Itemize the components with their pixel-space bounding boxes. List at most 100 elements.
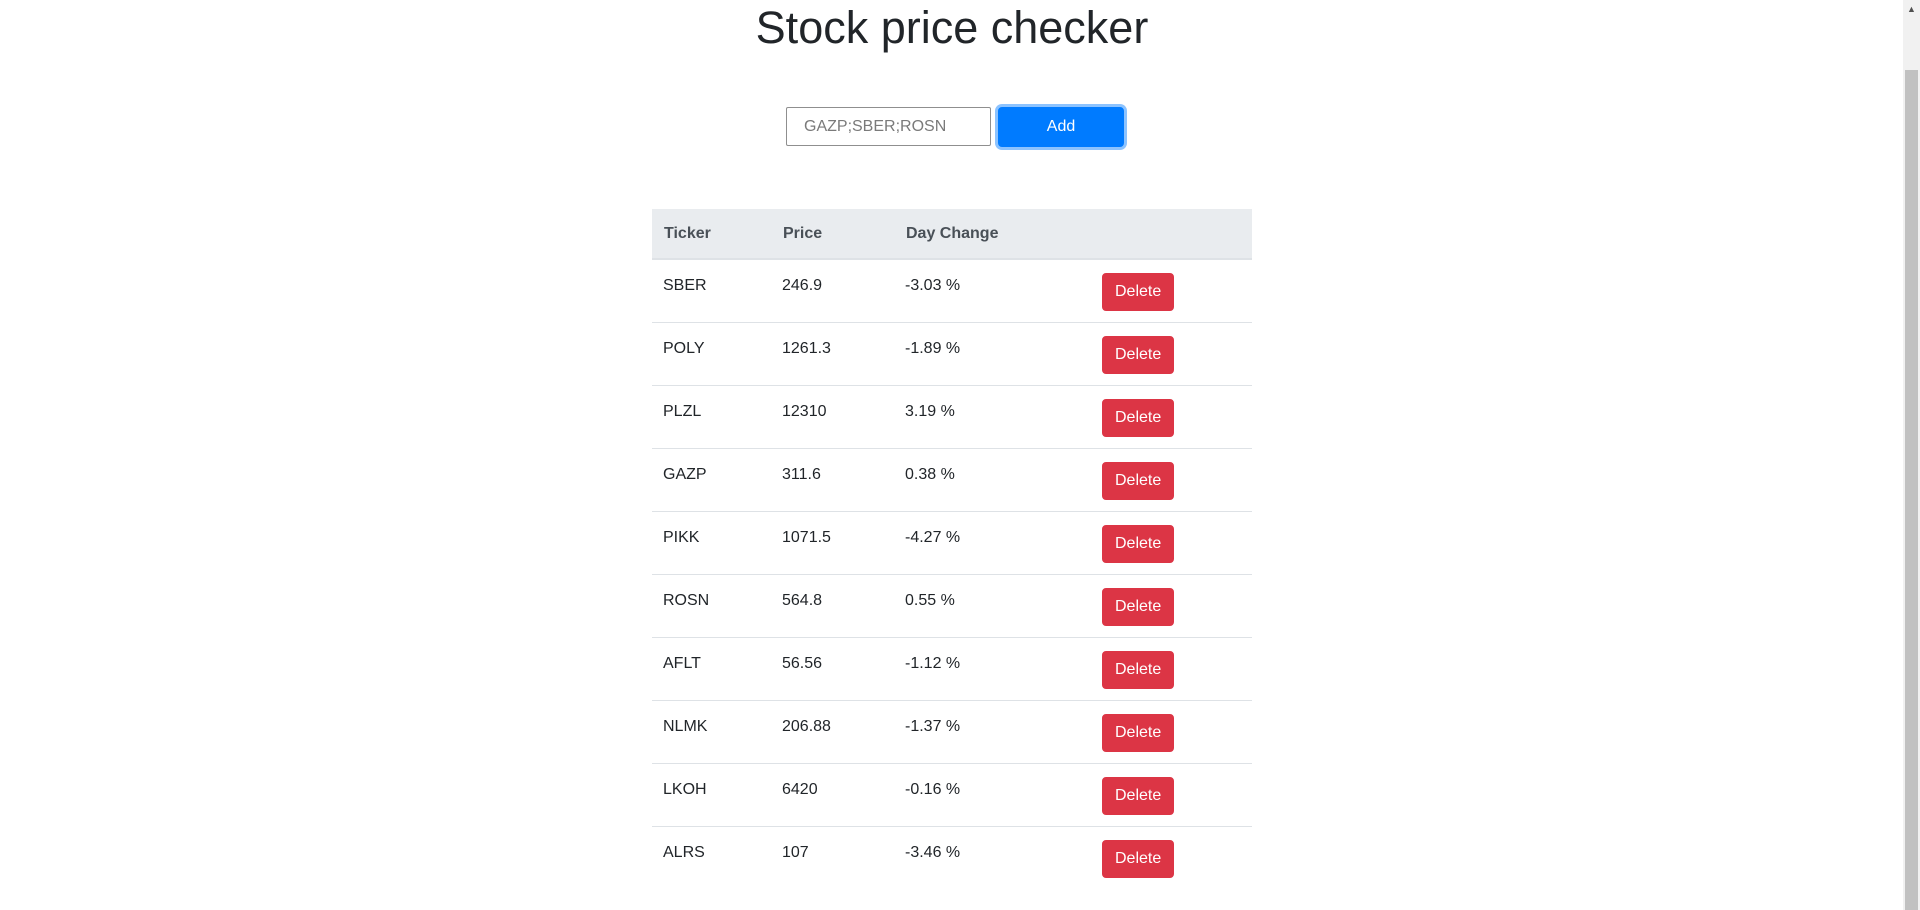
vertical-scrollbar[interactable]: ▲ — [1903, 0, 1920, 910]
day-change-cell: -1.37 % — [894, 699, 1091, 763]
day-change-cell-text: -3.46 % — [905, 843, 961, 861]
price-cell-text: 246.9 — [782, 277, 823, 294]
delete-button[interactable]: Delete — [1102, 776, 1175, 815]
ticker-cell-text: PLZL — [663, 402, 702, 420]
scrollbar-thumb[interactable] — [1905, 70, 1918, 910]
table-row: POLY 1261.3 -1.89 % Delete — [652, 321, 1252, 385]
price-cell: 1261.3 — [771, 321, 894, 385]
day-change-cell: -1.12 % — [894, 636, 1091, 700]
price-cell: 1071.5 — [771, 510, 894, 574]
ticker-cell: ALRS — [652, 825, 771, 889]
table-header-row: Ticker Price Day Change — [652, 209, 1252, 260]
ticker-cell: AFLT — [652, 636, 771, 700]
price-cell-text: 311.6 — [782, 465, 821, 483]
day-change-cell: 3.19 % — [894, 384, 1091, 448]
column-header-actions — [1091, 209, 1252, 260]
price-cell: 246.9 — [771, 259, 894, 322]
day-change-cell: -4.27 % — [894, 510, 1091, 574]
delete-button[interactable]: Delete — [1102, 524, 1175, 563]
ticker-cell: SBER — [652, 259, 771, 322]
action-cell: Delete — [1091, 825, 1252, 889]
ticker-cell-text: ROSN — [663, 591, 710, 609]
chevron-up-icon[interactable]: ▲ — [1903, 0, 1920, 17]
day-change-cell: -3.03 % — [894, 259, 1091, 322]
price-cell-text: 107 — [782, 843, 809, 861]
action-cell: Delete — [1091, 447, 1252, 511]
day-change-cell-text: 0.55 % — [905, 591, 955, 609]
delete-button[interactable]: Delete — [1102, 398, 1175, 437]
delete-button[interactable]: Delete — [1102, 839, 1175, 878]
price-cell-text: 206.88 — [782, 717, 831, 735]
table-row: SBER 246.9 -3.03 % Delete — [652, 259, 1252, 322]
day-change-cell-text: -0.16 % — [905, 780, 961, 798]
day-change-cell: -3.46 % — [894, 825, 1091, 889]
price-cell: 107 — [771, 825, 894, 889]
ticker-cell-text: PIKK — [663, 528, 700, 546]
day-change-cell: -0.16 % — [894, 762, 1091, 826]
ticker-cell-text: GAZP — [663, 465, 707, 483]
delete-button[interactable]: Delete — [1102, 335, 1175, 374]
table-row: ROSN 564.8 0.55 % Delete — [652, 573, 1252, 637]
action-cell: Delete — [1091, 573, 1252, 637]
delete-button[interactable]: Delete — [1102, 273, 1175, 311]
delete-button[interactable]: Delete — [1102, 587, 1175, 626]
price-cell-text: 12310 — [782, 402, 827, 420]
ticker-input[interactable] — [786, 107, 991, 146]
price-cell: 56.56 — [771, 636, 894, 700]
table-row: GAZP 311.6 0.38 % Delete — [652, 447, 1252, 511]
action-cell: Delete — [1091, 699, 1252, 763]
price-cell: 206.88 — [771, 699, 894, 763]
price-cell-text: 6420 — [782, 780, 818, 798]
column-header-ticker: Ticker — [652, 209, 771, 260]
column-header-day-change: Day Change — [894, 209, 1091, 260]
price-cell-text: 564.8 — [782, 591, 823, 609]
ticker-cell-text: LKOH — [663, 780, 707, 798]
table-row: NLMK 206.88 -1.37 % Delete — [652, 699, 1252, 763]
price-cell-text: 1071.5 — [782, 528, 831, 546]
column-header-price: Price — [771, 209, 894, 260]
day-change-cell: 0.38 % — [894, 447, 1091, 511]
ticker-cell-text: ALRS — [663, 843, 705, 861]
ticker-cell: LKOH — [652, 762, 771, 826]
price-cell: 12310 — [771, 384, 894, 448]
day-change-cell-text: 0.38 % — [905, 465, 955, 483]
day-change-cell-text: -3.03 % — [905, 277, 961, 294]
stock-table: Ticker Price Day Change SBER 246.9 -3.03 %… — [652, 209, 1252, 889]
action-cell: Delete — [1091, 384, 1252, 448]
day-change-cell-text: -1.89 % — [905, 339, 961, 357]
delete-button[interactable]: Delete — [1102, 461, 1175, 500]
day-change-cell-text: -1.37 % — [905, 717, 961, 735]
page-title: Stock price checker — [755, 2, 1149, 53]
price-cell: 311.6 — [771, 447, 894, 511]
add-button[interactable]: Add — [998, 106, 1124, 147]
action-cell: Delete — [1091, 321, 1252, 385]
ticker-cell-text: SBER — [663, 277, 707, 294]
price-cell-text: 56.56 — [782, 654, 823, 672]
ticker-cell-text: POLY — [663, 339, 705, 357]
add-ticker-form: Add — [786, 106, 1124, 147]
price-cell-text: 1261.3 — [782, 339, 831, 357]
ticker-cell: PLZL — [652, 384, 771, 448]
price-cell: 6420 — [771, 762, 894, 826]
action-cell: Delete — [1091, 762, 1252, 826]
table-row: PIKK 1071.5 -4.27 % Delete — [652, 510, 1252, 574]
action-cell: Delete — [1091, 510, 1252, 574]
table-row: PLZL 12310 3.19 % Delete — [652, 384, 1252, 448]
table-row: AFLT 56.56 -1.12 % Delete — [652, 636, 1252, 700]
ticker-cell: NLMK — [652, 699, 771, 763]
day-change-cell: -1.89 % — [894, 321, 1091, 385]
day-change-cell-text: 3.19 % — [905, 402, 955, 420]
day-change-cell-text: -1.12 % — [905, 654, 961, 672]
action-cell: Delete — [1091, 636, 1252, 700]
day-change-cell: 0.55 % — [894, 573, 1091, 637]
price-cell: 564.8 — [771, 573, 894, 637]
page: Stock price checker Add Ticker Price Day… — [0, 0, 1920, 910]
day-change-cell-text: -4.27 % — [905, 528, 961, 546]
delete-button[interactable]: Delete — [1102, 650, 1175, 689]
ticker-cell: POLY — [652, 321, 771, 385]
ticker-cell: GAZP — [652, 447, 771, 511]
delete-button[interactable]: Delete — [1102, 713, 1175, 752]
action-cell: Delete — [1091, 259, 1252, 322]
ticker-cell: PIKK — [652, 510, 771, 574]
ticker-cell-text: NLMK — [663, 717, 708, 735]
